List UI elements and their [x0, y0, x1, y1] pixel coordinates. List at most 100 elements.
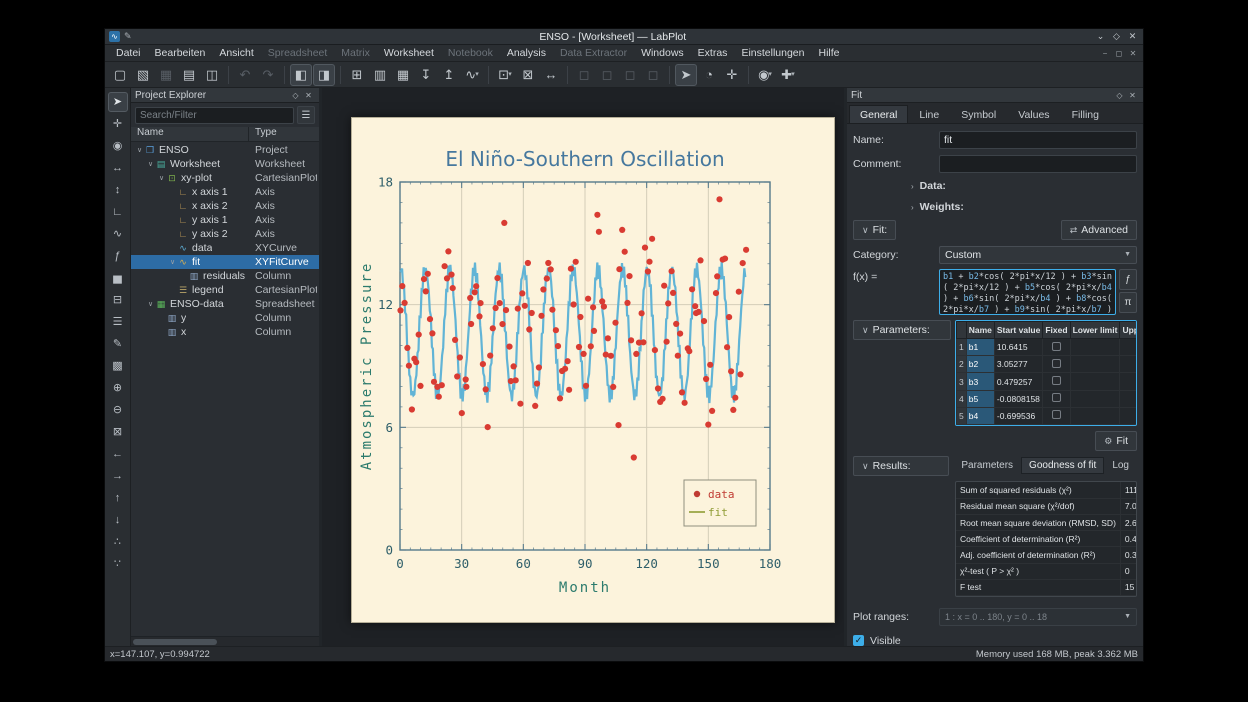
- mdi-close-button[interactable]: ✕: [1127, 47, 1139, 59]
- goodness-row[interactable]: χ²-test ( P > χ² )0: [956, 563, 1137, 579]
- menu-ansicht[interactable]: Ansicht: [212, 46, 260, 60]
- add-axis-tool[interactable]: ∟: [108, 202, 128, 222]
- add-equation-curve-tool[interactable]: ƒ: [108, 246, 128, 266]
- filter-options-button[interactable]: ☰: [297, 106, 315, 124]
- expander-icon[interactable]: ∨: [135, 146, 144, 154]
- menu-einstellungen[interactable]: Einstellungen: [734, 46, 811, 60]
- zoom-in-tool[interactable]: ⊕: [108, 378, 128, 398]
- add-histogram-tool[interactable]: ▅: [108, 268, 128, 288]
- import-data-button[interactable]: ↧: [415, 64, 437, 86]
- tree-item-legend[interactable]: ☰legendCartesianPlotLegend: [131, 283, 319, 297]
- comment-input[interactable]: [939, 155, 1137, 173]
- zoom-y-selection-tool[interactable]: ↕: [108, 180, 128, 200]
- menu-datei[interactable]: Datei: [109, 46, 148, 60]
- add-plot-button[interactable]: ∿▾: [461, 64, 483, 86]
- zoom-selection-tool[interactable]: ◉: [108, 136, 128, 156]
- cursor-tool-button[interactable]: ◔: [698, 64, 720, 86]
- goodness-row[interactable]: Adj. coefficient of determination (R²)0.…: [956, 547, 1137, 563]
- toggle-project-explorer-button[interactable]: ◧: [290, 64, 312, 86]
- select-pointer-button[interactable]: ➤: [675, 64, 697, 86]
- menu-hilfe[interactable]: Hilfe: [811, 46, 846, 60]
- data-picker-tool[interactable]: ∵: [108, 554, 128, 574]
- zoom-select-button[interactable]: ⊡▾: [494, 64, 516, 86]
- tab-general[interactable]: General: [849, 105, 908, 123]
- add-curve-tool[interactable]: ∿: [108, 224, 128, 244]
- results-tab-goodness-of-fit[interactable]: Goodness of fit: [1021, 457, 1104, 474]
- menu-extras[interactable]: Extras: [691, 46, 735, 60]
- fit-width-button[interactable]: ↔: [540, 64, 562, 86]
- param-row-b3[interactable]: 3b30.479257: [957, 373, 1138, 390]
- new-spreadsheet-button[interactable]: ▥: [369, 64, 391, 86]
- run-fit-button[interactable]: ⚙ Fit: [1095, 431, 1137, 451]
- expander-icon[interactable]: ∨: [146, 300, 155, 308]
- tree-item-fit[interactable]: ∨∿fitXYFitCurve: [131, 255, 319, 269]
- results-section-button[interactable]: ∨ Results:: [853, 456, 949, 476]
- goodness-row[interactable]: Sum of squared residuals (χ²)1118.18: [956, 482, 1137, 498]
- new-file-button[interactable]: ▢: [109, 64, 131, 86]
- scrollbar-thumb[interactable]: [133, 639, 217, 645]
- titlebar[interactable]: ∿ ✎ ENSO - [Worksheet] — LabPlot ⌄ ◇ ✕: [105, 29, 1143, 45]
- column-header-type[interactable]: Type: [249, 127, 277, 141]
- menu-analysis[interactable]: Analysis: [500, 46, 553, 60]
- add-boxplot-tool[interactable]: ⊟: [108, 290, 128, 310]
- crosshair-tool-button[interactable]: ✛: [721, 64, 743, 86]
- tree-item-xy-plot[interactable]: ∨⊡xy-plotCartesianPlot: [131, 171, 319, 185]
- column-header-name[interactable]: Name: [131, 127, 249, 141]
- results-tab-log[interactable]: Log: [1104, 457, 1137, 474]
- shift-down-tool[interactable]: ↓: [108, 510, 128, 530]
- data-section-toggle[interactable]: › Data:: [911, 178, 1137, 194]
- mdi-minimize-button[interactable]: −: [1099, 47, 1111, 59]
- worksheet-page[interactable]: El Niño-Southern OscillationMonthAtmosph…: [351, 117, 835, 623]
- mdi-restore-button[interactable]: ◻: [1113, 47, 1125, 59]
- shift-up-tool[interactable]: ↑: [108, 488, 128, 508]
- visible-checkbox[interactable]: ✓: [853, 635, 864, 646]
- search-input[interactable]: [135, 107, 294, 124]
- toggle-properties-dock-button[interactable]: ◨: [313, 64, 335, 86]
- parameters-section-button[interactable]: ∨ Parameters:: [853, 320, 951, 340]
- zoom-mode-button[interactable]: ◉▾: [754, 64, 776, 86]
- explorer-horizontal-scrollbar[interactable]: [131, 636, 319, 646]
- minimize-button[interactable]: ⌄: [1094, 30, 1107, 43]
- worksheet-view[interactable]: El Niño-Southern OscillationMonthAtmosph…: [322, 88, 844, 646]
- advanced-button[interactable]: ⇄ Advanced: [1061, 220, 1137, 240]
- name-input[interactable]: [939, 131, 1137, 149]
- new-worksheet-button[interactable]: ⊞: [346, 64, 368, 86]
- tree-item-y-axis-1[interactable]: ∟y axis 1Axis: [131, 213, 319, 227]
- tree-item-y[interactable]: ▥yColumn: [131, 311, 319, 325]
- close-dock-icon[interactable]: ✕: [302, 91, 315, 100]
- tree-item-enso[interactable]: ∨❒ENSOProject: [131, 143, 319, 157]
- open-file-button[interactable]: ▧: [132, 64, 154, 86]
- tab-values[interactable]: Values: [1007, 105, 1060, 123]
- fixed-checkbox[interactable]: [1052, 359, 1061, 368]
- navigation-tool[interactable]: ✛: [108, 114, 128, 134]
- tree-column-headers[interactable]: Name Type: [131, 127, 319, 142]
- menu-windows[interactable]: Windows: [634, 46, 691, 60]
- param-row-b2[interactable]: 2b23.05277: [957, 356, 1138, 373]
- fixed-checkbox[interactable]: [1052, 410, 1061, 419]
- zoom-x-selection-tool[interactable]: ↔: [108, 158, 128, 178]
- menu-bearbeiten[interactable]: Bearbeiten: [148, 46, 213, 60]
- cursor-lines-tool[interactable]: ∴: [108, 532, 128, 552]
- fit-section-button[interactable]: ∨ Fit:: [853, 220, 896, 240]
- tree-item-residuals[interactable]: ▥residualsColumn: [131, 269, 319, 283]
- export-button[interactable]: ↥: [438, 64, 460, 86]
- close-dock-icon[interactable]: ✕: [1126, 91, 1139, 100]
- tree-item-x-axis-2[interactable]: ∟x axis 2Axis: [131, 199, 319, 213]
- tree-item-data[interactable]: ∿dataXYCurve: [131, 241, 319, 255]
- results-tab-parameters[interactable]: Parameters: [953, 457, 1021, 474]
- print-preview-button[interactable]: ◫: [201, 64, 223, 86]
- add-legend-tool[interactable]: ☰: [108, 312, 128, 332]
- tree-item-worksheet[interactable]: ∨▤WorksheetWorksheet: [131, 157, 319, 171]
- menu-worksheet[interactable]: Worksheet: [377, 46, 441, 60]
- pointer-tool[interactable]: ➤: [108, 92, 128, 112]
- goodness-row[interactable]: Coefficient of determination (R²)0.43038…: [956, 531, 1137, 547]
- zoom-out-tool[interactable]: ⊖: [108, 400, 128, 420]
- new-matrix-button[interactable]: ▦: [392, 64, 414, 86]
- tree-item-enso-data[interactable]: ∨▦ENSO-dataSpreadsheet: [131, 297, 319, 311]
- tab-line[interactable]: Line: [908, 105, 950, 123]
- fixed-checkbox[interactable]: [1052, 376, 1061, 385]
- weights-section-toggle[interactable]: › Weights:: [911, 199, 1137, 215]
- category-combobox[interactable]: Custom ▼: [939, 246, 1137, 264]
- fixed-checkbox[interactable]: [1052, 342, 1061, 351]
- zoom-fit-tool[interactable]: ⊠: [108, 422, 128, 442]
